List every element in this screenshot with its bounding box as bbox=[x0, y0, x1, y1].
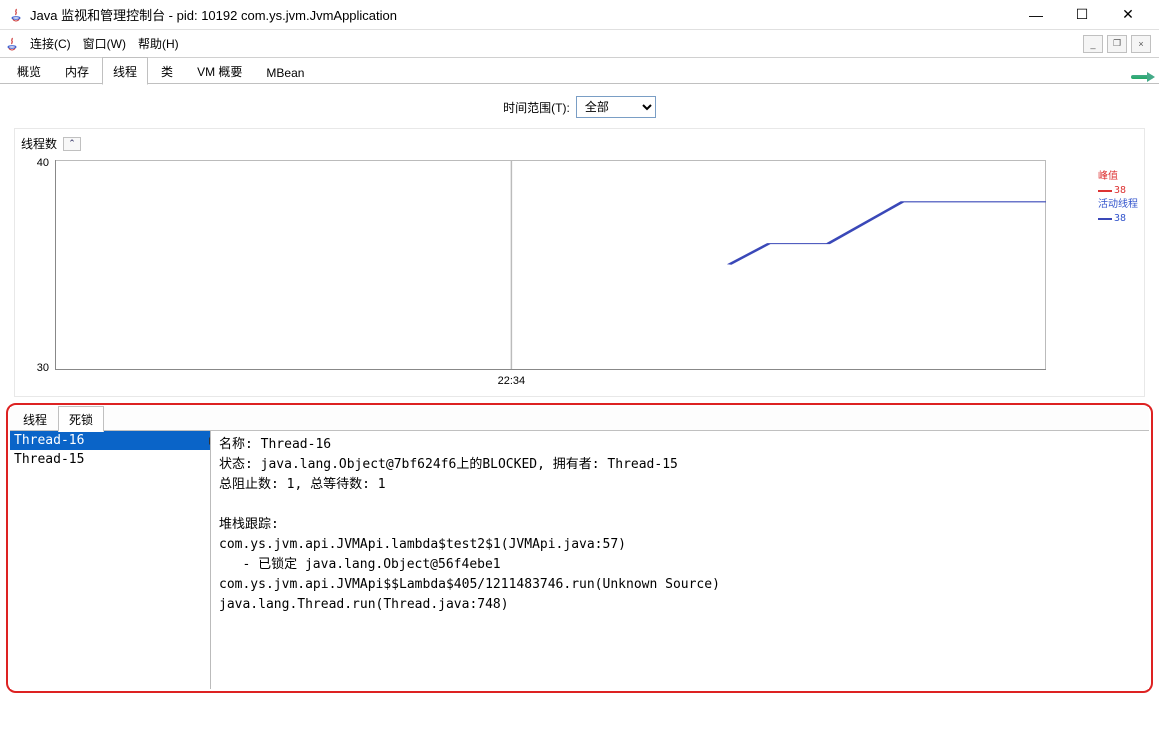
time-range-label: 时间范围(T): bbox=[503, 99, 570, 116]
connection-status-icon bbox=[1131, 70, 1153, 84]
x-tick-center: 22:34 bbox=[498, 375, 526, 387]
chart-title: 线程数 bbox=[21, 135, 57, 152]
y-tick-max: 40 bbox=[37, 157, 49, 169]
internal-maximize-button[interactable]: ❐ bbox=[1107, 35, 1127, 53]
java-icon bbox=[4, 36, 20, 52]
thread-detail-text: 名称: Thread-16 状态: java.lang.Object@7bf62… bbox=[211, 431, 1149, 689]
bottom-tabbar: 线程 死锁 bbox=[10, 407, 1149, 431]
internal-minimize-button[interactable]: _ bbox=[1083, 35, 1103, 53]
legend-peak-value: 38 bbox=[1114, 184, 1126, 198]
close-button[interactable]: ✕ bbox=[1105, 1, 1151, 29]
internal-close-button[interactable]: × bbox=[1131, 35, 1151, 53]
thread-count-chart: 线程数 ⌃ 40 30 22:34 峰值 38 bbox=[14, 128, 1145, 397]
list-item[interactable]: Thread-16 bbox=[10, 431, 210, 450]
tab-mbeans[interactable]: MBean bbox=[255, 60, 315, 84]
menu-connect[interactable]: 连接(C) bbox=[24, 31, 77, 56]
tab-classes[interactable]: 类 bbox=[150, 57, 184, 84]
window-controls: — ☐ ✕ bbox=[1013, 1, 1151, 29]
chart-plot-area: 22:34 峰值 38 活动线程 38 bbox=[55, 160, 1046, 370]
tab-vm-summary[interactable]: VM 概要 bbox=[186, 57, 253, 84]
time-range-row: 时间范围(T): 全部 bbox=[0, 84, 1159, 124]
chart-collapse-button[interactable]: ⌃ bbox=[63, 137, 81, 151]
window-titlebar: Java 监视和管理控制台 - pid: 10192 com.ys.jvm.Jv… bbox=[0, 0, 1159, 30]
legend-peak-label: 峰值 bbox=[1098, 170, 1118, 184]
legend-live-value: 38 bbox=[1114, 212, 1126, 226]
time-range-select[interactable]: 全部 bbox=[576, 96, 656, 118]
internal-window-controls: _ ❐ × bbox=[1083, 35, 1155, 53]
chart-y-axis: 40 30 bbox=[21, 156, 55, 386]
main-tabbar: 概览 内存 线程 类 VM 概要 MBean bbox=[0, 58, 1159, 84]
list-item[interactable]: Thread-15 bbox=[10, 450, 210, 469]
btab-threads[interactable]: 线程 bbox=[12, 406, 58, 431]
minimize-button[interactable]: — bbox=[1013, 1, 1059, 29]
chart-legend: 峰值 38 活动线程 38 bbox=[1098, 170, 1138, 226]
maximize-button[interactable]: ☐ bbox=[1059, 1, 1105, 29]
java-icon bbox=[8, 7, 24, 23]
window-title: Java 监视和管理控制台 - pid: 10192 com.ys.jvm.Jv… bbox=[30, 5, 1013, 24]
legend-live-label: 活动线程 bbox=[1098, 198, 1138, 212]
tab-overview[interactable]: 概览 bbox=[6, 57, 52, 84]
menu-help[interactable]: 帮助(H) bbox=[132, 31, 185, 56]
deadlock-thread-list[interactable]: Thread-16 Thread-15 bbox=[10, 431, 211, 689]
y-tick-min: 30 bbox=[37, 362, 49, 374]
deadlock-panel: 线程 死锁 Thread-16 Thread-15 名称: Thread-16 … bbox=[6, 403, 1153, 693]
tab-memory[interactable]: 内存 bbox=[54, 57, 100, 84]
menubar: 连接(C) 窗口(W) 帮助(H) _ ❐ × bbox=[0, 30, 1159, 58]
tab-threads[interactable]: 线程 bbox=[102, 57, 148, 85]
btab-deadlock[interactable]: 死锁 bbox=[58, 406, 104, 432]
menu-window[interactable]: 窗口(W) bbox=[77, 31, 132, 56]
